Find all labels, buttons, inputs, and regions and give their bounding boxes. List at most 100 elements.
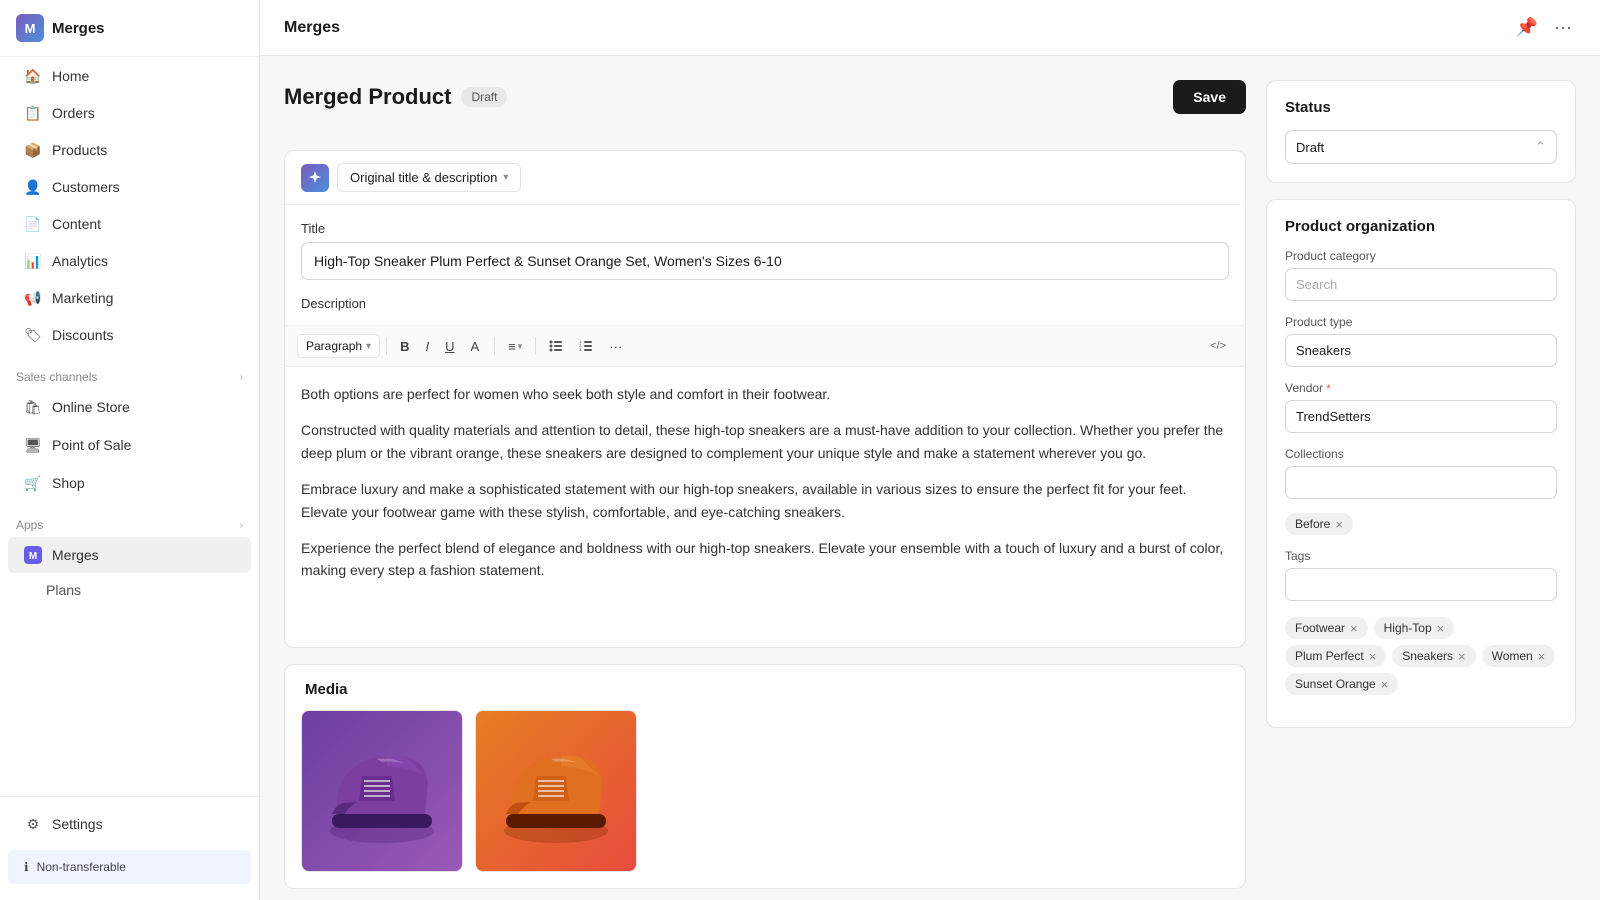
sales-channels-section: Sales channels ›	[0, 354, 259, 388]
status-chevron-icon: ⌃	[1535, 139, 1546, 155]
product-tags: Footwear × High-Top × Plum Perfect × S	[1285, 617, 1557, 695]
tag-sneakers-remove[interactable]: ×	[1458, 650, 1466, 663]
text-color-button[interactable]: A	[463, 335, 488, 358]
paragraph-dropdown[interactable]: Paragraph ▾	[297, 334, 380, 358]
editor-content[interactable]: Both options are perfect for women who s…	[285, 367, 1245, 647]
sidebar-item-orders[interactable]: 📋 Orders	[8, 95, 251, 131]
editor-toolbar: Paragraph ▾ B I U A ≡ ▾	[285, 325, 1245, 367]
sidebar-item-online-store[interactable]: 🛍 Online Store	[8, 389, 251, 425]
sidebar-item-products[interactable]: 📦 Products	[8, 132, 251, 168]
sidebar-item-discounts[interactable]: 🏷 Discounts	[8, 317, 251, 353]
tag-women-remove[interactable]: ×	[1538, 650, 1546, 663]
media-thumb-2	[476, 711, 636, 871]
sidebar-label-online-store: Online Store	[52, 399, 130, 415]
collection-tag-before-remove[interactable]: ×	[1335, 518, 1343, 531]
description-label: Description	[301, 296, 1229, 311]
tag-plum-perfect-label: Plum Perfect	[1295, 649, 1364, 663]
ai-mode-dropdown[interactable]: Original title & description ▾	[337, 163, 521, 192]
sidebar-item-merges[interactable]: M Merges	[8, 537, 251, 573]
collections-label: Collections	[1285, 447, 1557, 461]
tag-high-top-remove[interactable]: ×	[1437, 622, 1445, 635]
tag-sneakers: Sneakers ×	[1392, 645, 1475, 667]
media-thumb-1	[302, 711, 462, 871]
content-icon: 📄	[24, 215, 42, 233]
media-grid	[285, 710, 1245, 888]
sidebar-item-content[interactable]: 📄 Content	[8, 206, 251, 242]
align-chevron-icon: ▾	[518, 341, 523, 352]
main-content: Merges 📌 ··· Merged Product Draft Save	[260, 0, 1600, 900]
tag-footwear-remove[interactable]: ×	[1350, 622, 1358, 635]
more-format-button[interactable]: ···	[602, 335, 629, 358]
collections-input[interactable]	[1285, 466, 1557, 499]
paragraph-label: Paragraph	[306, 339, 362, 353]
purple-sneaker-svg	[317, 726, 447, 856]
pin-button[interactable]: 📌	[1512, 13, 1542, 42]
media-item-2[interactable]	[475, 710, 637, 872]
sidebar-item-customers[interactable]: 👤 Customers	[8, 169, 251, 205]
sidebar-label-settings: Settings	[52, 816, 103, 832]
sidebar-item-settings[interactable]: ⚙ Settings	[8, 806, 251, 842]
page-title: Merged Product	[284, 84, 451, 110]
collection-tag-before: Before ×	[1285, 513, 1353, 535]
editor-para-4: Experience the perfect blend of elegance…	[301, 537, 1229, 582]
tag-sunset-orange-label: Sunset Orange	[1295, 677, 1376, 691]
products-icon: 📦	[24, 141, 42, 159]
vendor-field: Vendor *	[1285, 381, 1557, 433]
sidebar-item-shop[interactable]: 🛒 Shop	[8, 465, 251, 501]
right-column: Status Draft ⌃ Product organization Prod…	[1266, 80, 1576, 889]
tag-sneakers-label: Sneakers	[1402, 649, 1453, 663]
sidebar-label-customers: Customers	[52, 179, 120, 195]
product-category-input[interactable]	[1285, 268, 1557, 301]
tag-high-top-label: High-Top	[1384, 621, 1432, 635]
apps-chevron-icon: ›	[240, 520, 243, 531]
bold-button[interactable]: B	[393, 335, 416, 358]
tag-plum-perfect-remove[interactable]: ×	[1369, 650, 1377, 663]
title-input[interactable]	[301, 242, 1229, 280]
page-header-left: Merged Product Draft	[284, 84, 507, 110]
title-field-wrapper: Title	[285, 205, 1245, 296]
ai-mode-label: Original title & description	[350, 170, 497, 185]
draft-badge: Draft	[461, 87, 507, 107]
sidebar-item-point-of-sale[interactable]: 🖥 Point of Sale	[8, 427, 251, 463]
media-item-1[interactable]	[301, 710, 463, 872]
tags-input[interactable]	[1285, 568, 1557, 601]
tag-sunset-orange-remove[interactable]: ×	[1381, 678, 1389, 691]
product-org-card: Product organization Product category Pr…	[1266, 199, 1576, 728]
status-select[interactable]: Draft ⌃	[1285, 130, 1557, 164]
vendor-input[interactable]	[1285, 400, 1557, 433]
collections-tags: Before ×	[1285, 513, 1557, 535]
status-value: Draft	[1296, 140, 1324, 155]
ai-sparkle-icon	[301, 164, 329, 192]
sidebar-label-analytics: Analytics	[52, 253, 108, 269]
paragraph-chevron-icon: ▾	[366, 341, 371, 352]
underline-button[interactable]: U	[438, 335, 461, 358]
product-type-input[interactable]	[1285, 334, 1557, 367]
ordered-list-icon: 1.2.3.	[579, 339, 593, 353]
shop-icon: 🛒	[24, 474, 42, 492]
more-button[interactable]: ···	[1550, 13, 1576, 42]
sidebar-item-analytics[interactable]: 📊 Analytics	[8, 243, 251, 279]
bullet-list-button[interactable]	[542, 335, 570, 357]
code-view-button[interactable]: </>	[1203, 336, 1233, 356]
align-button[interactable]: ≡ ▾	[501, 335, 529, 358]
collections-field: Collections Before ×	[1285, 447, 1557, 535]
sidebar-item-marketing[interactable]: 📢 Marketing	[8, 280, 251, 316]
status-card: Status Draft ⌃	[1266, 80, 1576, 183]
page-header: Merged Product Draft Save	[284, 80, 1246, 114]
vendor-label: Vendor *	[1285, 381, 1557, 395]
product-type-field: Product type	[1285, 315, 1557, 367]
product-category-label: Product category	[1285, 249, 1557, 263]
svg-text:3.: 3.	[579, 347, 582, 352]
media-card: Media	[284, 664, 1246, 889]
tag-footwear: Footwear ×	[1285, 617, 1368, 639]
ordered-list-button[interactable]: 1.2.3.	[572, 335, 600, 357]
product-category-field: Product category	[1285, 249, 1557, 301]
home-icon: 🏠	[24, 67, 42, 85]
italic-button[interactable]: I	[418, 335, 436, 358]
sidebar-item-plans[interactable]: Plans	[8, 575, 251, 605]
topbar-actions: 📌 ···	[1512, 13, 1576, 42]
tag-high-top: High-Top ×	[1374, 617, 1455, 639]
save-button[interactable]: Save	[1173, 80, 1246, 114]
separator-3	[535, 337, 536, 355]
sidebar-item-home[interactable]: 🏠 Home	[8, 58, 251, 94]
